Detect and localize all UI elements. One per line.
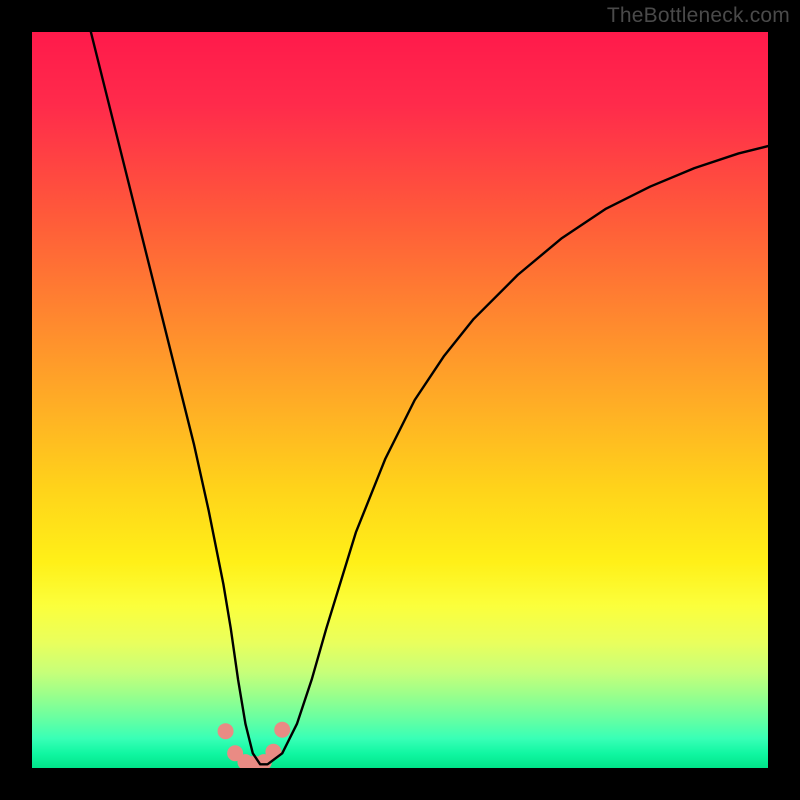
valley-dots-layer xyxy=(218,722,291,768)
watermark-label: TheBottleneck.com xyxy=(607,4,790,28)
valley-dot xyxy=(274,722,290,738)
bottleneck-curve xyxy=(91,32,768,764)
plot-area xyxy=(32,32,768,768)
chart-frame: TheBottleneck.com xyxy=(0,0,800,800)
valley-dot xyxy=(265,744,281,760)
plot-svg xyxy=(32,32,768,768)
valley-dot xyxy=(218,723,234,739)
